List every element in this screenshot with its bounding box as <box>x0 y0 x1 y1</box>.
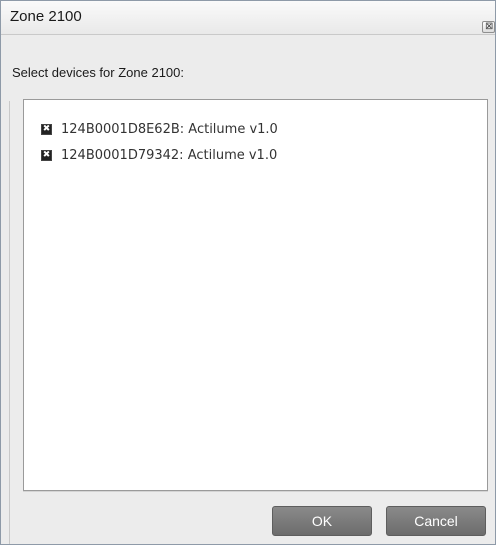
device-list-item[interactable]: ✖ 124B0001D79342: Actilume v1.0 <box>41 145 277 165</box>
left-divider <box>9 101 10 544</box>
footer-divider <box>23 491 488 492</box>
select-devices-prompt: Select devices for Zone 2100: <box>12 65 184 80</box>
close-button[interactable]: ⊠ <box>482 21 495 33</box>
device-checkbox[interactable]: ✖ <box>41 149 52 161</box>
ok-button[interactable]: OK <box>272 506 372 536</box>
device-checkbox[interactable]: ✖ <box>41 123 52 135</box>
device-list[interactable]: ✖ 124B0001D8E62B: Actilume v1.0 ✖ 124B00… <box>23 99 488 491</box>
cancel-button[interactable]: Cancel <box>386 506 486 536</box>
dialog-title: Zone 2100 <box>10 8 82 25</box>
device-label: 124B0001D79342: Actilume v1.0 <box>61 147 278 163</box>
device-label: 124B0001D8E62B: Actilume v1.0 <box>61 121 278 137</box>
title-bar: Zone 2100 ⊠ <box>1 1 495 35</box>
zone-dialog: Zone 2100 ⊠ Select devices for Zone 2100… <box>0 0 496 545</box>
device-list-item[interactable]: ✖ 124B0001D8E62B: Actilume v1.0 <box>41 119 278 139</box>
close-icon: ⊠ <box>485 21 494 32</box>
